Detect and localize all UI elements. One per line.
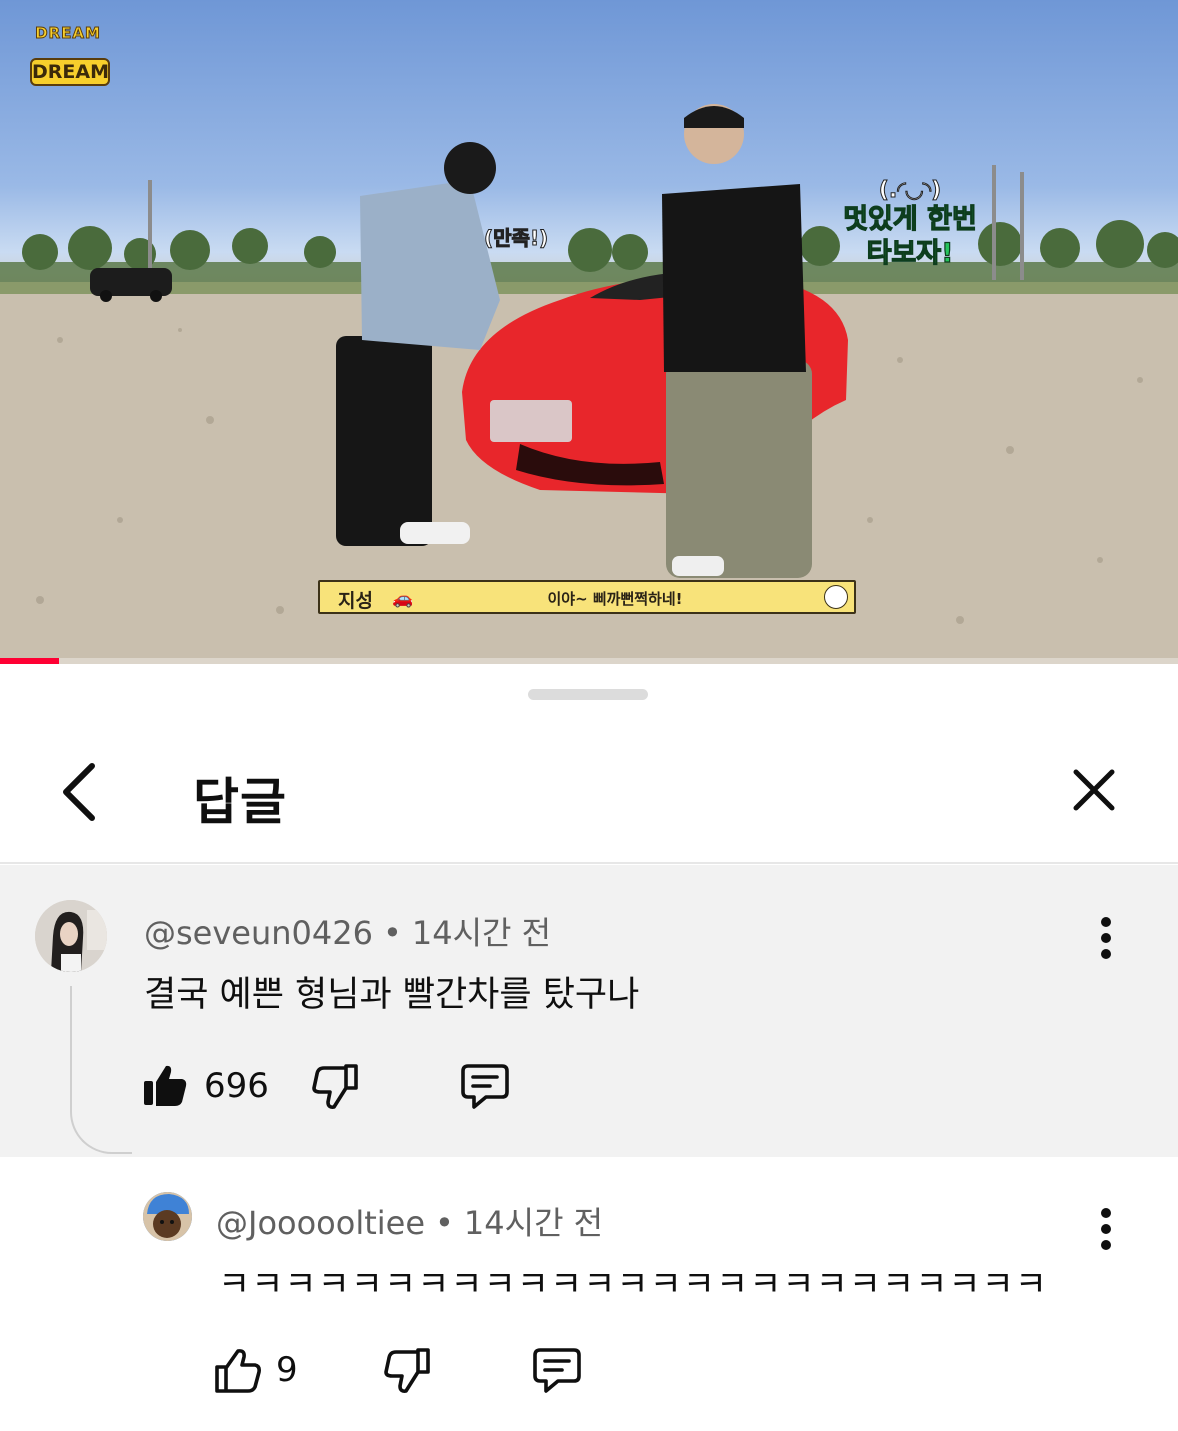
video-player[interactable]: DREAM DREAM (만족!) (.◜◡◝) 멋있게 한번 타보자! 지성 …: [0, 0, 1178, 664]
avatar[interactable]: [35, 900, 107, 972]
avatar-image: [35, 900, 107, 972]
thumbs-up-icon: [215, 1349, 261, 1393]
comment-more-button[interactable]: [1091, 914, 1121, 962]
reply-button[interactable]: [460, 1062, 510, 1114]
sheet-header: 답글: [0, 724, 1178, 864]
reply-like-count: 9: [276, 1350, 298, 1390]
subtitle-bar: 지성 🚗 이야~ 삐까뻔쩍하네!: [318, 580, 856, 614]
channel-logo-bottom-text: DREAM: [30, 58, 110, 86]
like-button[interactable]: [142, 1062, 188, 1112]
reply-dislike-button[interactable]: [384, 1346, 430, 1398]
reply-meta: @Joooooltiee • 14시간 전: [216, 1198, 603, 1244]
more-vertical-icon: [1101, 917, 1111, 959]
thumbs-up-filled-icon: [144, 1065, 187, 1106]
like-count: 696: [204, 1066, 269, 1106]
comment-text: 결국 예쁜 형님과 빨간차를 탔구나: [144, 975, 640, 1015]
reply-reply-button[interactable]: [532, 1346, 582, 1398]
replies-sheet: 답글 @seveun0426 • 14시간 전 결국 예쁜 형님과 빨간차를 탔구나: [0, 664, 1178, 1431]
avatar[interactable]: [143, 1192, 192, 1241]
comment-meta: @seveun0426 • 14시간 전: [144, 908, 551, 954]
avatar-image: [143, 1192, 192, 1241]
sheet-title: 답글: [193, 773, 287, 831]
subtitle-speaker: 지성: [338, 590, 373, 612]
close-button[interactable]: [1068, 764, 1120, 816]
reply-text: ㅋㅋㅋㅋㅋㅋㅋㅋㅋㅋㅋㅋㅋㅋㅋㅋㅋㅋㅋㅋㅋㅋㅋㅋㅋ: [218, 1265, 1049, 1305]
video-caption-small: (만족!): [483, 226, 549, 251]
sheet-drag-handle[interactable]: [528, 689, 648, 700]
comment-icon: [533, 1348, 581, 1393]
more-vertical-icon: [1101, 1208, 1111, 1250]
close-icon: [1073, 769, 1115, 811]
reply-author[interactable]: @Joooooltiee: [216, 1204, 425, 1242]
mascot-icon: [824, 585, 848, 609]
subtitle-text: 이야~ 삐까뻔쩍하네!: [547, 590, 683, 608]
thumbs-down-icon: [312, 1064, 358, 1109]
chevron-left-icon: [63, 763, 95, 821]
meta-separator: •: [435, 1204, 454, 1242]
reply-thread-connector: [70, 986, 132, 1154]
comment-time: 14시간 전: [411, 914, 552, 952]
car-icon: 🚗: [392, 589, 414, 609]
video-caption-green: (.◜◡◝) 멋있게 한번 타보자!: [840, 178, 980, 271]
meta-separator: •: [382, 914, 402, 952]
reply-like-button[interactable]: [214, 1346, 262, 1398]
caption-line-2: 타보자!: [866, 237, 954, 269]
comment-icon: [461, 1064, 509, 1109]
video-frame: [0, 104, 1178, 664]
comment-author[interactable]: @seveun0426: [144, 914, 373, 952]
dislike-button[interactable]: [312, 1062, 358, 1114]
reply-time: 14시간 전: [463, 1204, 604, 1242]
channel-logo: DREAM DREAM: [30, 24, 110, 88]
reply-more-button[interactable]: [1091, 1205, 1121, 1253]
channel-logo-top-text: DREAM: [35, 24, 101, 43]
caption-kaomoji: (.◜◡◝): [878, 178, 942, 204]
back-button[interactable]: [56, 760, 112, 824]
thumbs-down-icon: [384, 1348, 430, 1393]
caption-line-1: 멋있게 한번: [843, 203, 978, 235]
